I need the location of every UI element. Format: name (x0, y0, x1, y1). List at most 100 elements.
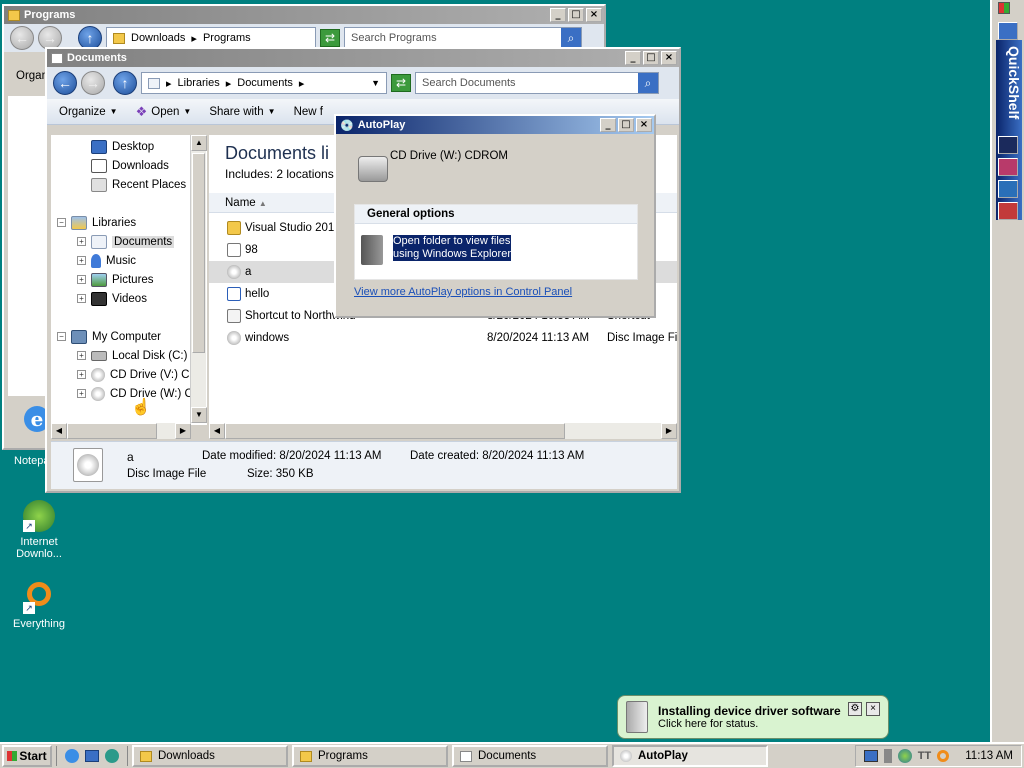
refresh-button[interactable]: ⇄ (320, 29, 340, 47)
forward-button[interactable]: → (81, 71, 105, 95)
autoplay-titlebar[interactable]: 💿 AutoPlay _ □ × (336, 116, 654, 134)
show-desktop-icon[interactable] (85, 750, 99, 762)
device-install-icon[interactable] (883, 749, 892, 763)
quickshelf-search-icon[interactable] (998, 202, 1018, 220)
media-player-icon[interactable] (105, 749, 119, 763)
start-button[interactable]: Start (2, 745, 52, 767)
search-icon[interactable]: ⌕ (561, 28, 581, 48)
share-with-menu[interactable]: Share with ▼ (209, 106, 275, 118)
maximize-button[interactable]: □ (643, 51, 659, 65)
navigation-tree[interactable]: Desktop Downloads Recent Places − Librari… (51, 135, 207, 425)
expand-icon[interactable]: + (77, 370, 86, 379)
tree-item-documents[interactable]: + Documents (77, 232, 175, 251)
quickshelf-bar[interactable]: QuickShelf (990, 0, 1024, 742)
breadcrumb-downloads[interactable]: Downloads (131, 32, 185, 44)
file-row[interactable]: windows 8/20/2024 11:13 AM Disc Image File (209, 327, 677, 349)
expand-icon[interactable]: + (77, 237, 86, 246)
quickshelf-app-icon[interactable] (998, 180, 1018, 198)
tree-scrollbar[interactable]: ▲ ▼ (190, 135, 207, 423)
notification-close-button[interactable]: × (866, 702, 880, 716)
scroll-up-button[interactable]: ▲ (191, 135, 207, 151)
monitor-icon[interactable] (863, 750, 878, 762)
minimize-button[interactable]: _ (550, 8, 566, 22)
breadcrumb-libraries[interactable]: Libraries (178, 77, 220, 89)
quickshelf-app-icon[interactable] (998, 136, 1018, 154)
scroll-left-button[interactable]: ◀ (209, 423, 225, 439)
search-icon[interactable]: ⌕ (638, 73, 658, 93)
tree-item-pictures[interactable]: + Pictures (77, 270, 154, 289)
programs-titlebar[interactable]: Programs _ □ × (4, 6, 604, 24)
driver-install-notification[interactable]: Installing device driver software Click … (617, 695, 889, 739)
expand-icon[interactable]: + (77, 294, 86, 303)
breadcrumb-documents[interactable]: Documents (237, 77, 293, 89)
taskbar-button-programs[interactable]: Programs (292, 745, 448, 767)
tree-hscrollbar[interactable]: ◀ ▶ (51, 423, 191, 439)
open-button[interactable]: ❖ Open ▼ (136, 104, 192, 120)
desktop-icon-internet-download[interactable]: ↗ Internet Downlo... (4, 500, 74, 560)
organize-menu[interactable]: Organize ▼ (59, 106, 118, 118)
library-includes[interactable]: Includes: 2 locations (225, 167, 334, 181)
network-globe-icon[interactable] (897, 749, 912, 763)
tree-item-libraries[interactable]: − Libraries (57, 213, 136, 232)
scroll-left-button[interactable]: ◀ (51, 423, 67, 439)
taskbar-button-documents[interactable]: Documents (452, 745, 608, 767)
hard-disk-icon (91, 350, 107, 361)
address-dropdown-icon[interactable]: ▼ (371, 78, 380, 88)
breadcrumb-programs[interactable]: Programs (203, 32, 251, 44)
collapse-icon[interactable]: − (57, 218, 66, 227)
internet-explorer-icon[interactable] (65, 749, 79, 763)
taskbar-button-autoplay[interactable]: AutoPlay (612, 745, 768, 767)
expand-icon[interactable]: + (77, 275, 86, 284)
expand-icon[interactable]: + (77, 389, 86, 398)
autoplay-dialog[interactable]: 💿 AutoPlay _ □ × CD Drive (W:) CDROM Gen… (334, 114, 656, 318)
quickshelf-top-icon[interactable] (998, 2, 1010, 14)
close-button[interactable]: × (586, 8, 602, 22)
scroll-thumb[interactable] (225, 423, 565, 439)
back-button[interactable]: ← (10, 26, 34, 50)
scroll-down-button[interactable]: ▼ (191, 407, 207, 423)
search-icon[interactable] (937, 750, 950, 762)
documents-address-bar[interactable]: ▸ Libraries ▸ Documents ▸ ▼ (141, 72, 387, 94)
clock[interactable]: 11:13 AM (965, 750, 1013, 762)
tree-item-music[interactable]: + Music (77, 251, 136, 270)
programs-search-input[interactable]: Search Programs ⌕ (344, 27, 582, 49)
close-button[interactable]: × (661, 51, 677, 65)
scroll-thumb[interactable] (67, 423, 157, 439)
back-button[interactable]: ← (53, 71, 77, 95)
minimize-button[interactable]: _ (600, 118, 616, 132)
tree-item-downloads[interactable]: Downloads (91, 156, 169, 175)
tree-item-desktop[interactable]: Desktop (91, 137, 154, 156)
expand-icon[interactable]: + (77, 256, 86, 265)
collapse-icon[interactable]: − (57, 332, 66, 341)
taskbar-button-downloads[interactable]: Downloads (132, 745, 288, 767)
more-autoplay-options-link[interactable]: View more AutoPlay options in Control Pa… (354, 286, 572, 298)
desktop-icon-everything[interactable]: ↗ Everything (4, 582, 74, 630)
content-hscrollbar[interactable]: ◀ ▶ (209, 423, 677, 439)
language-icon[interactable]: TT (918, 750, 931, 762)
documents-titlebar[interactable]: Documents _ □ × (47, 49, 679, 67)
new-folder-button[interactable]: New f (294, 106, 323, 118)
word-document-icon (227, 287, 241, 301)
open-folder-option[interactable]: Open folder to view files using Windows … (361, 235, 511, 265)
notification-options-icon[interactable]: ⚙ (848, 702, 862, 716)
tree-item-recent-places[interactable]: Recent Places (91, 175, 186, 194)
scroll-right-button[interactable]: ▶ (661, 423, 677, 439)
expand-icon[interactable]: + (77, 351, 86, 360)
close-button[interactable]: × (636, 118, 652, 132)
quickshelf-app-icon[interactable] (998, 158, 1018, 176)
tree-item-videos[interactable]: + Videos (77, 289, 147, 308)
programs-address-bar[interactable]: Downloads ▸ Programs (106, 27, 316, 49)
tree-item-my-computer[interactable]: − My Computer (57, 327, 161, 346)
scroll-right-button[interactable]: ▶ (175, 423, 191, 439)
quickshelf-blue-icon[interactable] (998, 22, 1018, 40)
minimize-button[interactable]: _ (625, 51, 641, 65)
tree-item-cd-drive-v[interactable]: + CD Drive (V:) CD (77, 365, 198, 384)
tree-item-label: Pictures (112, 273, 154, 286)
maximize-button[interactable]: □ (618, 118, 634, 132)
up-button[interactable]: ↑ (113, 71, 137, 95)
maximize-button[interactable]: □ (568, 8, 584, 22)
documents-search-input[interactable]: Search Documents ⌕ (415, 72, 659, 94)
tree-item-local-disk[interactable]: + Local Disk (C:) (77, 346, 187, 365)
refresh-button[interactable]: ⇄ (391, 74, 411, 92)
scroll-thumb[interactable] (192, 153, 205, 353)
